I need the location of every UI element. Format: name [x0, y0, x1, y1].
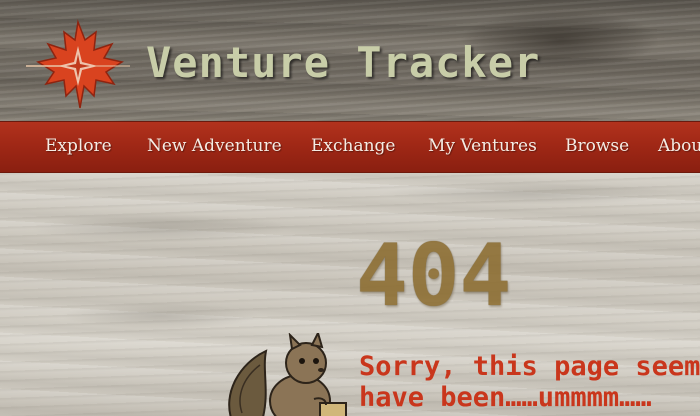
maple-leaf-compass-icon[interactable] [24, 18, 132, 110]
main-content: 404 Sorry, this page seems to have been…… [0, 173, 700, 416]
nav-item-about[interactable]: About [658, 136, 700, 156]
error-message: Sorry, this page seems to have been……umm… [359, 351, 700, 413]
nav-item-browse[interactable]: Browse [565, 136, 629, 156]
error-message-line-2: have been……ummmm…… [359, 382, 652, 413]
wood-grain-decoration [380, 183, 680, 205]
wood-grain-decoration [30, 213, 290, 243]
squirrel-mascot-icon [228, 333, 347, 416]
error-message-line-1: Sorry, this page seems to [359, 351, 700, 382]
nav-item-explore[interactable]: Explore [45, 136, 112, 156]
site-title[interactable]: Venture Tracker [146, 38, 540, 87]
nav-item-my-ventures[interactable]: My Ventures [428, 136, 537, 156]
nav-item-new-adventure[interactable]: New Adventure [147, 136, 282, 156]
nav-item-exchange[interactable]: Exchange [311, 136, 396, 156]
main-nav: Explore New Adventure Exchange My Ventur… [0, 121, 700, 174]
wood-grain-decoration [60, 303, 260, 329]
error-code: 404 [356, 226, 512, 326]
site-header: Venture Tracker [0, 0, 700, 121]
